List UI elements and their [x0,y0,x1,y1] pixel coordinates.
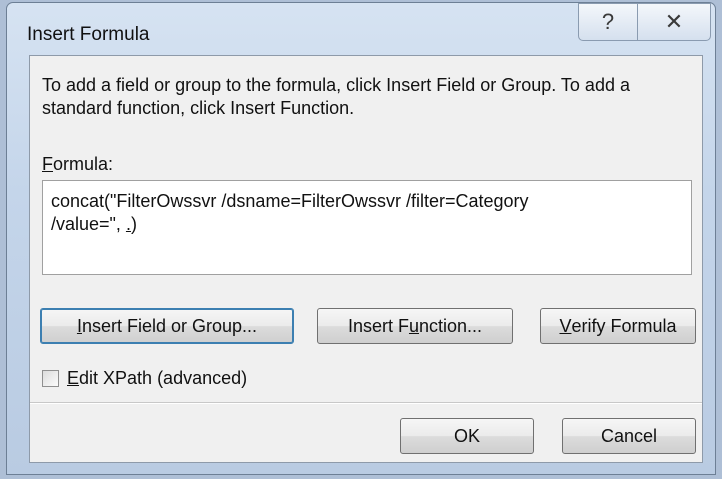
insert-formula-dialog: Insert Formula ? ✕ To add a field or gro… [6,2,716,475]
close-icon: ✕ [664,9,684,34]
edit-xpath-label: Edit XPath (advanced) [67,368,247,389]
formula-line-2-start: /value=", [51,214,126,234]
question-icon: ? [601,9,615,34]
dialog-content: To add a field or group to the formula, … [29,55,703,463]
formula-label-text: ormula: [53,154,114,174]
verify-formula-label: erify Formula [571,315,677,336]
formula-input[interactable]: concat("FilterOwssvr /dsname=FilterOwssv… [42,180,692,275]
cancel-button[interactable]: Cancel [562,418,696,454]
insert-field-label: nsert Field or Group... [81,315,258,336]
verify-mnemonic: V [559,315,572,336]
insert-function-mnemonic: u [408,315,419,336]
formula-line-1: concat("FilterOwssvr /dsname=FilterOwssv… [51,191,529,211]
ok-button[interactable]: OK [400,418,534,454]
insert-function-button[interactable]: Insert Fu nction... [317,308,513,344]
formula-label: Formula: [42,154,113,175]
close-button[interactable]: ✕ [637,3,711,41]
insert-function-label-start: Insert F [347,315,409,336]
edit-xpath-mnemonic: E [67,368,80,388]
dialog-title: Insert Formula [27,24,150,45]
instructions-text: To add a field or group to the formula, … [42,75,630,118]
edit-xpath-label-text: dit XPath (advanced) [79,368,248,388]
formula-label-mnemonic: F [42,154,53,174]
edit-xpath-option[interactable]: Edit XPath (advanced) [42,368,247,389]
insert-function-label-end: nction... [418,315,483,336]
edit-xpath-checkbox[interactable] [42,370,59,387]
formula-line-2-end: ) [130,214,137,234]
insert-field-or-group-button[interactable]: Insert Field or Group... [40,308,294,344]
formula-line-2: /value=", .) [51,213,683,236]
separator [30,402,702,404]
verify-formula-button[interactable]: Verify Formula [540,308,696,344]
help-button[interactable]: ? [578,3,638,41]
